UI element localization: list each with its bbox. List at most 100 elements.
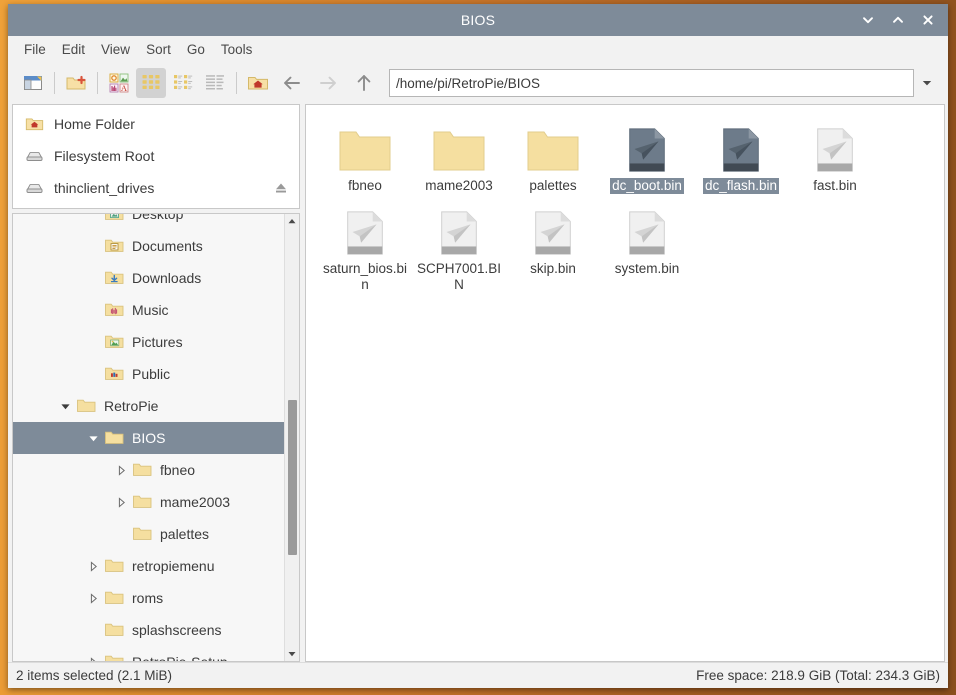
folder-icon	[103, 556, 125, 576]
tree-twisty-expanded-icon[interactable]	[83, 433, 103, 444]
tree-item-mame2003[interactable]: mame2003	[13, 486, 284, 518]
tree-item-retropiemenu[interactable]: retropiemenu	[13, 550, 284, 582]
new-folder-button[interactable]	[61, 68, 91, 98]
path-input[interactable]: /home/pi/RetroPie/BIOS	[389, 69, 914, 97]
tree-scrollbar-track[interactable]	[285, 228, 300, 647]
file-item-label: mame2003	[425, 178, 493, 193]
view-detailed-button[interactable]	[200, 68, 230, 98]
home-button[interactable]	[243, 68, 273, 98]
tree-item-documents[interactable]: Documents	[13, 230, 284, 262]
file-item-label: system.bin	[614, 261, 680, 276]
binary-file-icon	[340, 200, 390, 258]
back-button[interactable]	[275, 68, 309, 98]
minimize-button[interactable]	[854, 6, 882, 34]
folder-item-mame2003[interactable]: mame2003	[412, 113, 506, 194]
tree-scrollbar[interactable]	[284, 214, 299, 661]
tree-twisty-expanded-icon[interactable]	[55, 401, 75, 412]
tree-item-splashscreens[interactable]: splashscreens	[13, 614, 284, 646]
toolbar-separator-1	[54, 72, 55, 94]
binary-file-icon	[528, 200, 578, 258]
places-item-filesystem-root[interactable]: Filesystem Root	[13, 140, 299, 172]
folder-icon	[103, 620, 125, 640]
tree-item-palettes[interactable]: palettes	[13, 518, 284, 550]
title-bar[interactable]: BIOS	[8, 4, 948, 36]
places-item-label: thinclient_drives	[54, 180, 155, 196]
new-window-button[interactable]	[18, 68, 48, 98]
tree-item-label: Pictures	[132, 334, 183, 350]
menu-go[interactable]: Go	[179, 39, 213, 60]
menu-view[interactable]: View	[93, 39, 138, 60]
tree-item-public[interactable]: Public	[13, 358, 284, 390]
path-dropdown-button[interactable]	[914, 69, 940, 97]
tree-scrollbar-thumb[interactable]	[287, 400, 297, 555]
file-item-label: palettes	[529, 178, 577, 193]
file-manager-window: BIOS File Edit View Sort Go Tools A /hom…	[8, 4, 948, 688]
tree-item-downloads[interactable]: Downloads	[13, 262, 284, 294]
view-thumbnails-button[interactable]: A	[104, 68, 134, 98]
file-view-pane[interactable]: fbneo mame2003 palettes dc_boot.bin dc_flash…	[305, 104, 945, 662]
tree-twisty-collapsed-icon[interactable]	[111, 496, 131, 508]
file-item-label: fbneo	[348, 178, 382, 193]
file-item-dc-flash-bin[interactable]: dc_flash.bin	[694, 113, 788, 194]
window-title: BIOS	[460, 12, 496, 28]
tree-item-retropie-setup[interactable]: RetroPie-Setup	[13, 646, 284, 661]
folder-public-icon	[103, 364, 125, 384]
close-button[interactable]	[914, 6, 942, 34]
tree-item-desktop[interactable]: Desktop	[13, 214, 284, 230]
maximize-button[interactable]	[884, 6, 912, 34]
home-folder-icon	[23, 115, 45, 134]
scroll-down-icon[interactable]	[285, 647, 300, 661]
places-item-label: Home Folder	[54, 116, 135, 132]
tree-item-retropie[interactable]: RetroPie	[13, 390, 284, 422]
tree-item-roms[interactable]: roms	[13, 582, 284, 614]
menu-edit[interactable]: Edit	[54, 39, 93, 60]
tree-item-music[interactable]: Music	[13, 294, 284, 326]
file-item-label: fast.bin	[813, 178, 857, 193]
tree-item-label: RetroPie	[104, 398, 159, 414]
file-item-scph7001-bin[interactable]: SCPH7001.BIN	[412, 196, 506, 293]
tree-item-label: RetroPie-Setup	[132, 654, 228, 661]
file-item-saturn-bios-bin[interactable]: saturn_bios.bin	[318, 196, 412, 293]
places-item-thinclient-drives[interactable]: thinclient_drives	[13, 172, 299, 204]
places-item-home-folder[interactable]: Home Folder	[13, 108, 299, 140]
menu-sort[interactable]: Sort	[138, 39, 179, 60]
toolbar: A /home/pi/RetroPie/BIOS	[8, 63, 948, 103]
file-item-skip-bin[interactable]: skip.bin	[506, 196, 600, 293]
menu-tools[interactable]: Tools	[213, 39, 261, 60]
tree-twisty-collapsed-icon[interactable]	[83, 592, 103, 604]
tree-item-label: palettes	[160, 526, 210, 542]
path-text: /home/pi/RetroPie/BIOS	[396, 75, 541, 91]
directory-tree[interactable]: Desktop Documents Downloads Music Pictures Pu…	[13, 214, 284, 661]
eject-icon[interactable]	[273, 180, 289, 199]
tree-twisty-collapsed-icon[interactable]	[83, 560, 103, 572]
view-compact-button[interactable]	[168, 68, 198, 98]
folder-item-fbneo[interactable]: fbneo	[318, 113, 412, 194]
folder-icon	[103, 588, 125, 608]
folder-icon	[338, 117, 392, 175]
file-item-fast-bin[interactable]: fast.bin	[788, 113, 882, 194]
forward-button[interactable]	[311, 68, 345, 98]
menu-file[interactable]: File	[16, 39, 54, 60]
file-item-label: skip.bin	[530, 261, 576, 276]
tree-twisty-collapsed-icon[interactable]	[83, 656, 103, 661]
tree-item-label: retropiemenu	[132, 558, 215, 574]
folder-icon	[526, 117, 580, 175]
binary-file-icon	[716, 117, 766, 175]
scroll-up-icon[interactable]	[285, 214, 300, 228]
folder-item-palettes[interactable]: palettes	[506, 113, 600, 194]
file-grid: fbneo mame2003 palettes dc_boot.bin dc_flash…	[306, 105, 944, 295]
tree-item-label: Documents	[132, 238, 203, 254]
view-icons-button[interactable]	[136, 68, 166, 98]
tree-item-fbneo[interactable]: fbneo	[13, 454, 284, 486]
side-pane: Home Folder Filesystem Root thinclient_d…	[10, 103, 300, 662]
tree-twisty-collapsed-icon[interactable]	[111, 464, 131, 476]
tree-item-bios[interactable]: BIOS	[13, 422, 284, 454]
tree-item-label: Desktop	[132, 214, 184, 222]
file-item-dc-boot-bin[interactable]: dc_boot.bin	[600, 113, 694, 194]
file-item-system-bin[interactable]: system.bin	[600, 196, 694, 293]
up-button[interactable]	[347, 68, 381, 98]
binary-file-icon	[434, 200, 484, 258]
tree-item-pictures[interactable]: Pictures	[13, 326, 284, 358]
toolbar-separator-2	[97, 72, 98, 94]
file-item-label: dc_flash.bin	[702, 178, 780, 194]
